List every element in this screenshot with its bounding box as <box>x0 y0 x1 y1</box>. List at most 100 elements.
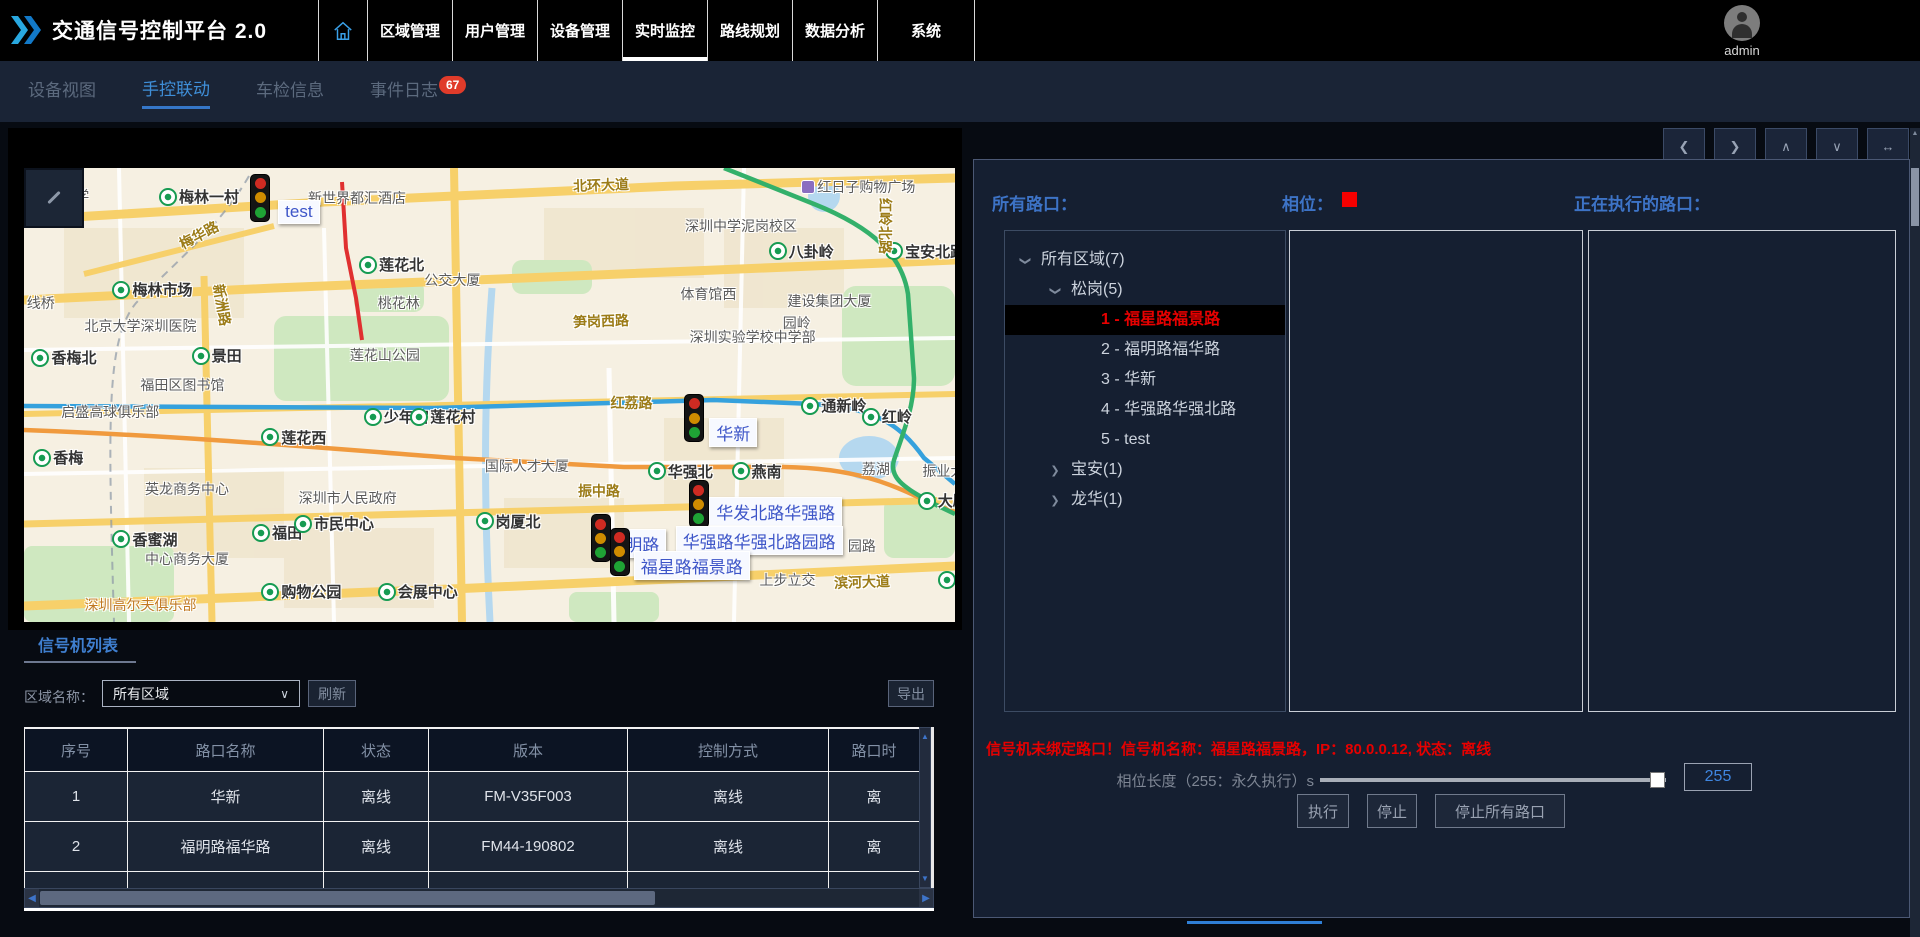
scrollbar-up-icon[interactable]: ▲ <box>1910 130 1920 137</box>
tree-node-3 - 华新[interactable]: 3 - 华新 <box>1005 365 1285 395</box>
table-cell: 离 <box>829 822 920 872</box>
table-cell: 离线 <box>628 822 829 872</box>
map-place-启盛高球俱乐部: 启盛高球俱乐部 <box>61 402 159 422</box>
stop-all-button[interactable]: 停止所有路口 <box>1435 794 1565 828</box>
nav-item-用户管理[interactable]: 用户管理 <box>452 0 537 61</box>
traffic-light-icon[interactable] <box>690 481 708 527</box>
tab-设备视图[interactable]: 设备视图 <box>28 76 96 107</box>
tree-node-2 - 福明路福华路[interactable]: 2 - 福明路福华路 <box>1005 335 1285 365</box>
signal-warning-message: 信号机未绑定路口！信号机名称：福星路福景路，IP：80.0.0.12, 状态：离… <box>986 738 1491 759</box>
metro-icon <box>732 462 750 480</box>
tree-node-宝安(1)[interactable]: ❯宝安(1) <box>1005 455 1285 485</box>
metro-icon <box>112 281 130 299</box>
place-name: 公交大厦 <box>424 270 480 290</box>
map-canvas[interactable]: 梅林一村梅林市场莲花北八卦岭宝安北路莲花西少年宫莲花村通新岭红岭华强北燕南景田香… <box>24 168 955 622</box>
stop-button[interactable]: 停止 <box>1367 794 1417 828</box>
place-name: 线桥 <box>27 293 55 313</box>
map-draw-tool-button[interactable] <box>24 168 84 228</box>
tree-node-松岗(5)[interactable]: ❯松岗(5) <box>1005 275 1285 305</box>
map-place-荔湖: 荔湖 <box>862 459 890 479</box>
table-row[interactable]: 1华新离线FM-V35F003离线离 <box>25 772 920 822</box>
table-vertical-scrollbar[interactable]: ▲ ▼ <box>919 727 931 888</box>
traffic-light-icon[interactable] <box>685 395 703 441</box>
user-menu[interactable]: admin <box>1710 5 1774 58</box>
tree-node-1 - 福星路福景路[interactable]: 1 - 福星路福景路 <box>1005 305 1285 335</box>
tree-node-4 - 华强路华强北路[interactable]: 4 - 华强路华强北路 <box>1005 395 1285 425</box>
tree-node-label: 5 - test <box>1101 431 1150 448</box>
metro-icon <box>410 408 428 426</box>
signal-label-test[interactable]: test <box>278 200 319 224</box>
nav-item-区域管理[interactable]: 区域管理 <box>367 0 452 61</box>
tab-车检信息[interactable]: 车检信息 <box>256 76 324 107</box>
place-name: 新世界都汇酒店 <box>308 188 406 208</box>
scroll-right-icon[interactable]: ▶ <box>919 889 933 907</box>
chevron-right-icon[interactable]: ❯ <box>1047 456 1063 486</box>
signal-list-title: 信号机列表 <box>38 632 118 656</box>
signal-label-华发北路华强路[interactable]: 华发北路华强路 <box>709 497 842 526</box>
phase-duration-input[interactable] <box>1684 763 1752 791</box>
executing-intersections-label: 正在执行的路口： <box>1574 190 1710 215</box>
tree-node-label: 2 - 福明路福华路 <box>1101 341 1220 358</box>
place-name: 上步立交 <box>759 570 815 590</box>
nav-item-数据分析[interactable]: 数据分析 <box>792 0 877 61</box>
phase-list-box[interactable] <box>1289 230 1583 712</box>
table-row[interactable]: 3福星路福景路离线未知离线离 <box>25 872 920 890</box>
map-road-振中路: 振中路 <box>578 481 620 501</box>
home-button[interactable] <box>318 0 367 61</box>
tab-事件日志[interactable]: 事件日志67 <box>370 76 466 107</box>
nav-item-路线规划[interactable]: 路线规划 <box>707 0 792 61</box>
station-name: 会展中心 <box>398 581 458 602</box>
table-row[interactable]: 2福明路福华路离线FM44-190802离线离 <box>25 822 920 872</box>
nav-item-实时监控[interactable]: 实时监控 <box>622 0 707 61</box>
green-light <box>255 207 266 218</box>
tree-node-所有区域(7)[interactable]: ❯所有区域(7) <box>1005 245 1285 275</box>
green-light <box>689 427 700 438</box>
traffic-light-icon[interactable] <box>592 515 610 561</box>
scroll-up-icon[interactable]: ▲ <box>920 732 930 741</box>
map-station-莲花村: 莲花村 <box>410 406 475 427</box>
tab-手控联动[interactable]: 手控联动 <box>142 75 210 109</box>
map-place-新世界都汇酒店: 新世界都汇酒店 <box>308 188 406 208</box>
green-light <box>693 513 704 524</box>
region-select[interactable]: 所有区域 ∨ <box>102 680 300 707</box>
scrollbar-thumb[interactable] <box>1911 168 1919 226</box>
map-road-滨河大道: 滨河大道 <box>834 571 891 593</box>
phase-label: 相位： <box>1282 190 1333 215</box>
chevron-down-icon[interactable]: ❯ <box>1010 253 1040 269</box>
phase-duration-slider[interactable] <box>1320 778 1666 782</box>
scroll-down-icon[interactable]: ▼ <box>920 874 930 883</box>
signal-label-华新[interactable]: 华新 <box>709 418 757 447</box>
executing-list-box[interactable] <box>1588 230 1896 712</box>
traffic-light-icon[interactable] <box>251 175 269 221</box>
chevron-down-icon[interactable]: ❯ <box>1040 283 1070 299</box>
map-place-中心商务大厦: 中心商务大厦 <box>145 549 229 569</box>
execute-button[interactable]: 执行 <box>1297 794 1349 828</box>
traffic-light-icon[interactable] <box>611 529 629 575</box>
map-place-深圳实验学校中学部: 深圳实验学校中学部 <box>690 327 816 347</box>
tree-node-龙华(1)[interactable]: ❯龙华(1) <box>1005 485 1285 515</box>
table-cell: 离线 <box>324 872 429 890</box>
tree-node-5 - test[interactable]: 5 - test <box>1005 425 1285 455</box>
export-button[interactable]: 导出 <box>888 680 934 707</box>
chevron-right-icon[interactable]: ❯ <box>1047 486 1063 516</box>
logo-chevrons-icon <box>10 15 44 45</box>
tree-node-label: 4 - 华强路华强北路 <box>1101 401 1236 418</box>
region-filter-label: 区域名称： <box>24 687 94 707</box>
table-cell: 未知 <box>429 872 628 890</box>
map-station-华强北: 华强北 <box>648 461 713 482</box>
slider-thumb[interactable] <box>1650 772 1665 788</box>
red-light <box>614 532 625 543</box>
map-station-莲花西: 莲花西 <box>261 427 326 448</box>
table-horizontal-scrollbar[interactable]: ◀ ▶ <box>24 888 934 908</box>
hscroll-thumb[interactable] <box>40 891 655 905</box>
map-road-红岭北路: 红岭北路 <box>875 198 895 254</box>
nav-item-系统[interactable]: 系统 <box>877 0 975 61</box>
map-station-燕南: 燕南 <box>732 461 782 482</box>
nav-item-设备管理[interactable]: 设备管理 <box>537 0 622 61</box>
refresh-button[interactable]: 刷新 <box>308 680 356 707</box>
signal-label-福星路福景路[interactable]: 福星路福景路 <box>634 551 750 580</box>
station-name: 购物公园 <box>281 581 341 602</box>
window-scrollbar[interactable]: ▲ <box>1910 128 1920 937</box>
scroll-left-icon[interactable]: ◀ <box>25 889 39 907</box>
table-cell: FM-V35F003 <box>429 772 628 822</box>
